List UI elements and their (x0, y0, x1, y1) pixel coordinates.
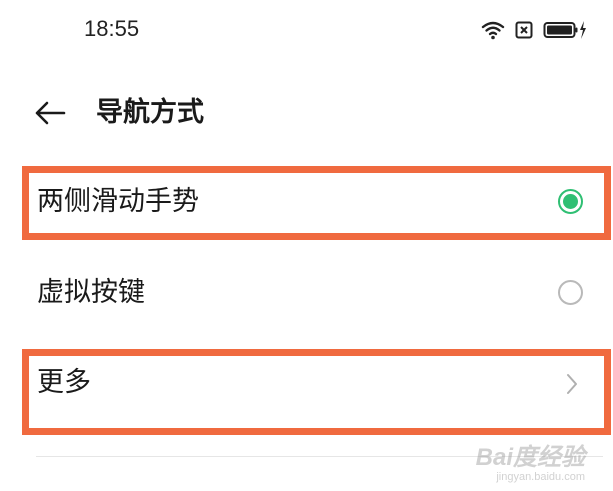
option-label: 虚拟按键 (37, 277, 145, 308)
watermark-url: jingyan.baidu.com (496, 471, 585, 483)
chevron-right-icon (565, 372, 579, 396)
status-time: 18:55 (84, 16, 140, 41)
watermark: Bai度经验 jingyan.baidu.com (475, 444, 585, 484)
page-title: 导航方式 (96, 97, 204, 128)
arrow-left-icon[interactable] (32, 97, 68, 129)
status-icons (481, 18, 587, 42)
option-virtual-keys[interactable]: 虚拟按键 (0, 259, 613, 329)
battery-charging-icon (543, 20, 587, 40)
wifi-icon (481, 20, 505, 40)
radio-selected-icon[interactable] (558, 189, 583, 214)
option-label: 两侧滑动手势 (37, 186, 199, 217)
watermark-logo: Bai度经验 (475, 444, 585, 471)
option-label: 更多 (37, 367, 91, 398)
sim-card-icon (515, 21, 533, 39)
option-swipe-gestures[interactable]: 两侧滑动手势 (0, 168, 613, 238)
option-more[interactable]: 更多 (0, 349, 613, 419)
radio-unselected-icon[interactable] (558, 280, 583, 305)
